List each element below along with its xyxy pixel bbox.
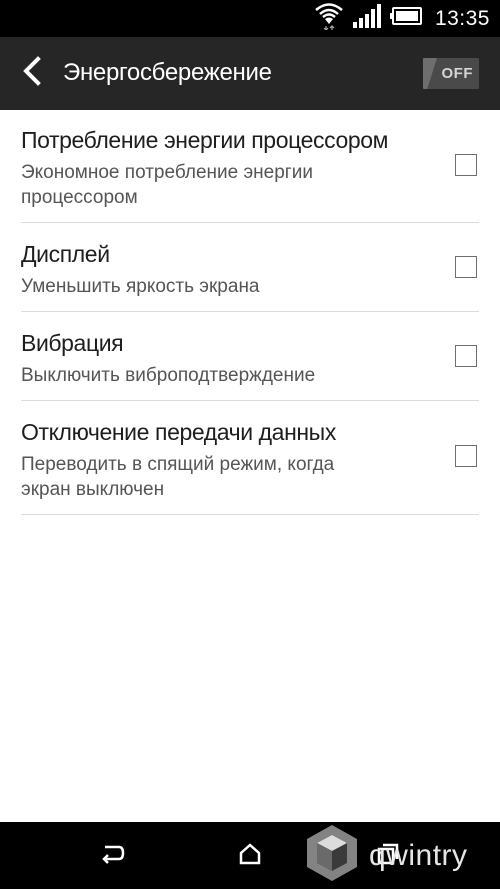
back-arrow-icon bbox=[21, 55, 43, 91]
status-time: 13:35 bbox=[434, 6, 490, 30]
checkbox-vibration[interactable] bbox=[455, 345, 477, 367]
wifi-icon bbox=[314, 2, 344, 35]
status-icons: 13:35 bbox=[314, 0, 490, 37]
pref-title: Вибрация bbox=[21, 330, 124, 356]
page-title: Энергосбережение bbox=[63, 59, 272, 86]
pref-data-off[interactable]: Отключение передачи данных Переводить в … bbox=[21, 401, 479, 515]
checkbox-data-off[interactable] bbox=[455, 445, 477, 467]
pref-vibration[interactable]: Вибрация Выключить виброподтверждение bbox=[21, 312, 479, 401]
nav-back-button[interactable] bbox=[94, 838, 130, 874]
checkbox-cpu-power[interactable] bbox=[455, 154, 477, 176]
signal-icon bbox=[352, 4, 381, 33]
status-bar: 13:35 bbox=[0, 0, 500, 37]
checkbox-display[interactable] bbox=[455, 256, 477, 278]
pref-display[interactable]: Дисплей Уменьшить яркость экрана bbox=[21, 223, 479, 312]
home-icon bbox=[238, 842, 262, 870]
battery-icon bbox=[389, 7, 422, 30]
pref-title: Отключение передачи данных bbox=[21, 419, 336, 445]
pref-title: Потребление энергии процессором bbox=[21, 127, 389, 153]
pref-summary: Экономное потребление энергии процессоро… bbox=[21, 162, 313, 208]
back-button[interactable] bbox=[12, 53, 52, 93]
action-bar: Энергосбережение OFF bbox=[0, 37, 500, 110]
pref-summary: Уменьшить яркость экрана bbox=[21, 276, 260, 297]
pref-summary: Выключить виброподтверждение bbox=[21, 365, 316, 386]
pref-cpu-power[interactable]: Потребление энергии процессором Экономно… bbox=[21, 110, 479, 223]
toggle-knob bbox=[423, 58, 437, 89]
nav-recent-apps-button[interactable] bbox=[370, 838, 406, 874]
preferences-list: Потребление энергии процессором Экономно… bbox=[0, 110, 500, 515]
pref-title: Дисплей bbox=[21, 241, 110, 267]
power-saver-toggle[interactable]: OFF bbox=[423, 58, 479, 89]
nav-bar bbox=[0, 822, 500, 889]
toggle-label: OFF bbox=[441, 65, 473, 82]
nav-home-button[interactable] bbox=[232, 838, 268, 874]
recent-apps-icon bbox=[376, 843, 400, 870]
back-icon bbox=[99, 843, 125, 870]
pref-summary: Переводить в спящий режим, когда экран в… bbox=[21, 454, 335, 500]
